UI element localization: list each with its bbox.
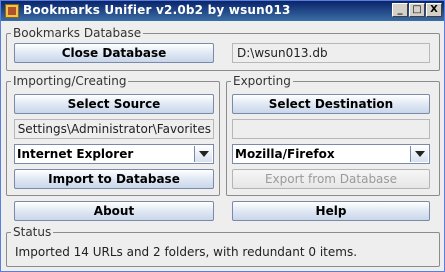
database-path-field[interactable]: D:\wsun013.db — [232, 43, 430, 63]
app-icon — [5, 4, 19, 18]
app-window: Bookmarks Unifier v2.0b2 by wsun013 _ □ … — [0, 0, 445, 272]
maximize-button[interactable]: □ — [409, 3, 425, 17]
select-source-button[interactable]: Select Source — [14, 94, 214, 114]
about-button[interactable]: About — [14, 201, 214, 221]
import-button[interactable]: Import to Database — [14, 169, 214, 189]
title-bar: Bookmarks Unifier v2.0b2 by wsun013 _ □ … — [1, 1, 444, 21]
source-path-text: and Settings\Administrator\Favorites — [15, 122, 211, 136]
close-database-button[interactable]: Close Database — [14, 43, 214, 63]
source-browser-select[interactable]: Internet Explorer — [14, 144, 214, 164]
status-message: Imported 14 URLs and 2 folders, with red… — [15, 245, 358, 259]
export-button: Export from Database — [232, 169, 430, 189]
destination-browser-select[interactable]: Mozilla/Firefox — [232, 144, 430, 164]
close-window-button[interactable]: X — [426, 3, 442, 17]
select-destination-button[interactable]: Select Destination — [232, 94, 430, 114]
database-legend: Bookmarks Database — [13, 26, 142, 40]
importing-legend: Importing/Creating — [13, 74, 127, 88]
exporting-legend: Exporting — [233, 74, 291, 88]
status-legend: Status — [13, 225, 52, 239]
window-title: Bookmarks Unifier v2.0b2 by wsun013 — [23, 3, 291, 17]
help-button[interactable]: Help — [232, 201, 430, 221]
chevron-down-icon[interactable] — [410, 146, 428, 162]
destination-path-field[interactable] — [232, 119, 430, 139]
chevron-down-icon[interactable] — [194, 146, 212, 162]
source-browser-value: Internet Explorer — [17, 147, 134, 161]
minimize-button[interactable]: _ — [392, 3, 408, 17]
destination-browser-value: Mozilla/Firefox — [235, 147, 335, 161]
source-path-field[interactable]: and Settings\Administrator\Favorites — [14, 119, 214, 139]
